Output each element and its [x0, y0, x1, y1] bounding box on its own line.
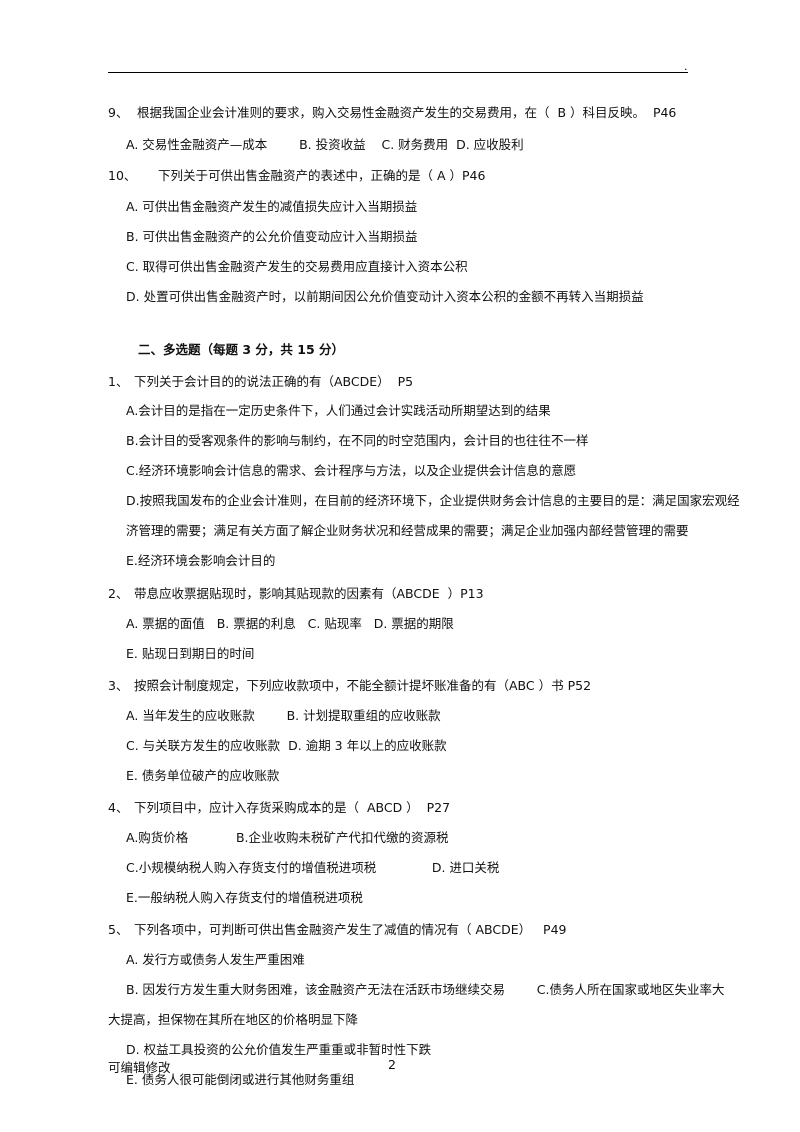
- question-option: 大提高，担保物在其所在地区的价格明显下降: [108, 1012, 359, 1027]
- document-page: . 9、 根据我国企业会计准则的要求，购入交易性金融资产发生的交易费用，在（ B…: [0, 0, 800, 1132]
- question-number: 3、: [108, 678, 129, 693]
- question-option: A. 发行方或债务人发生严重困难: [126, 952, 305, 967]
- question-stem: 下列关于会计目的的说法正确的有（ABCDE） P5: [134, 374, 414, 389]
- question-number: 5、: [108, 922, 129, 937]
- question-number: 9、: [108, 105, 129, 120]
- question-option: B.会计目的受客观条件的影响与制约，在不同的时空范围内，会计目的也往往不一样: [126, 433, 589, 448]
- question-option: E.一般纳税人购入存货支付的增值税进项税: [126, 890, 363, 905]
- question-option: C. 与关联方发生的应收账款 D. 逾期 3 年以上的应收账款: [126, 738, 447, 753]
- header-rule: [108, 72, 688, 73]
- question-option: D.按照我国发布的企业会计准则，在目前的经济环境下，企业提供财务会计信息的主要目…: [126, 493, 740, 508]
- question-option: E.经济环境会影响会计目的: [126, 553, 276, 568]
- question-option: E. 债务单位破产的应收账款: [126, 768, 280, 783]
- question-option: E. 债务人很可能倒闭或进行其他财务重组: [126, 1072, 355, 1087]
- question-stem: 下列各项中，可判断可供出售金融资产发生了减值的情况有（ ABCDE） P49: [134, 922, 567, 937]
- question-stem: 根据我国企业会计准则的要求，购入交易性金融资产发生的交易费用，在（ B ）科目反…: [137, 105, 677, 120]
- question-option: D. 权益工具投资的公允价值发生严重重或非暂时性下跌: [126, 1042, 432, 1057]
- question-stem: 按照会计制度规定，下列应收款项中，不能全额计提坏账准备的有（ABC ）书 P52: [134, 678, 592, 693]
- question-stem: 下列关于可供出售金融资产的表述中，正确的是（ A ）P46: [158, 168, 486, 183]
- question-number: 1、: [108, 374, 129, 389]
- page-number: 2: [388, 1057, 396, 1072]
- section-title: 二、多选题（每题 3 分，共 15 分）: [138, 342, 345, 357]
- question-option: A. 当年发生的应收账款 B. 计划提取重组的应收账款: [126, 708, 441, 723]
- question-option: A. 交易性金融资产—成本 B. 投资收益 C. 财务费用 D. 应收股利: [126, 137, 524, 152]
- question-option: 济管理的需要；满足有关方面了解企业财务状况和经营成果的需要；满足企业加强内部经营…: [126, 523, 689, 538]
- question-number: 10、: [108, 168, 137, 183]
- question-number: 2、: [108, 586, 129, 601]
- question-stem: 下列项目中，应计入存货采购成本的是（ ABCD ） P27: [134, 800, 451, 815]
- question-option: D. 处置可供出售金融资产时，以前期间因公允价值变动计入资本公积的金额不再转入当…: [126, 289, 644, 304]
- question-option: C. 取得可供出售金融资产发生的交易费用应直接计入资本公积: [126, 259, 468, 274]
- question-option: C.经济环境影响会计信息的需求、会计程序与方法，以及企业提供会计信息的意愿: [126, 463, 577, 478]
- question-option: E. 贴现日到期日的时间: [126, 646, 255, 661]
- question-option: A.会计目的是指在一定历史条件下，人们通过会计实践活动所期望达到的结果: [126, 403, 551, 418]
- question-option: A.购货价格 B.企业收购未税矿产代扣代缴的资源税: [126, 830, 449, 845]
- question-stem: 带息应收票据贴现时，影响其贴现款的因素有（ABCDE ）P13: [134, 586, 484, 601]
- question-option: B. 因发行方发生重大财务困难，该金融资产无法在活跃市场继续交易 C.债务人所在…: [126, 982, 725, 997]
- question-option: B. 可供出售金融资产的公允价值变动应计入当期损益: [126, 229, 418, 244]
- question-option: A. 票据的面值 B. 票据的利息 C. 贴现率 D. 票据的期限: [126, 616, 454, 631]
- question-number: 4、: [108, 800, 129, 815]
- question-option: A. 可供出售金融资产发生的减值损失应计入当期损益: [126, 199, 418, 214]
- question-option: C.小规模纳税人购入存货支付的增值税进项税 D. 进口关税: [126, 860, 500, 875]
